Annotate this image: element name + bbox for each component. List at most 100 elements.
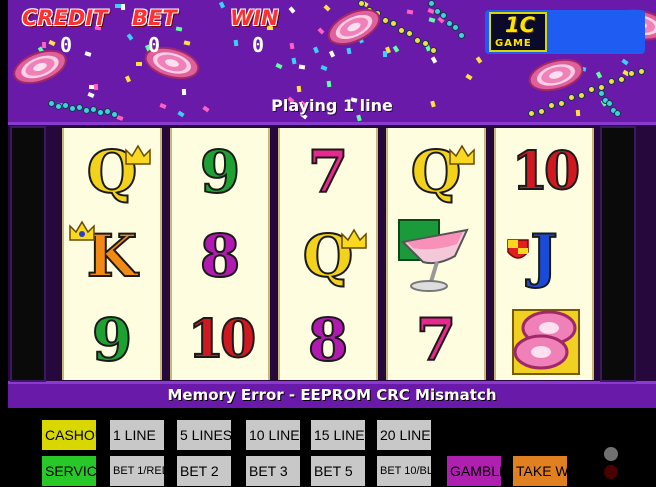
bead — [440, 12, 447, 19]
confetti-piece — [84, 51, 92, 57]
confetti-piece — [93, 83, 99, 91]
poker-chip-decoration — [525, 53, 587, 97]
game-screen: CREDIT 0 BET 0 WIN 0 1C GAME Playing 1 l… — [8, 0, 656, 408]
lamp-red-indicator — [604, 465, 618, 479]
ten-symbol-icon: 10 — [496, 130, 592, 214]
bead — [406, 30, 413, 37]
bet-3-button[interactable]: BET 3 — [246, 456, 300, 486]
confetti-piece — [428, 17, 436, 23]
confetti-piece — [296, 85, 302, 93]
confetti-piece — [621, 58, 629, 66]
confetti-piece — [41, 41, 47, 49]
confetti-piece — [465, 73, 473, 81]
crown-icon — [68, 220, 96, 246]
confetti-piece — [298, 64, 306, 70]
10-lines-button[interactable]: 10 LINES — [246, 420, 300, 450]
confetti-piece — [317, 27, 325, 35]
reel-5: 10 J — [494, 128, 594, 380]
confetti-piece — [120, 3, 126, 11]
credit-label: CREDIT — [22, 6, 108, 30]
reel-symbol-text: 8 — [307, 306, 349, 374]
brand-logo-panel: 1C GAME — [485, 10, 645, 54]
eight-symbol-icon: 8 — [280, 298, 376, 382]
bead — [430, 47, 437, 54]
crown-icon — [448, 144, 476, 170]
confetti-piece — [430, 56, 438, 64]
jack-symbol-icon: J — [496, 214, 592, 298]
bet-10-black-button[interactable]: BET 10/BLACK — [377, 456, 431, 486]
bet-5-button[interactable]: BET 5 — [311, 456, 365, 486]
nine-symbol-icon: 9 — [172, 130, 268, 214]
reel-symbol-text: 9 — [91, 306, 133, 374]
confetti-piece — [135, 61, 143, 67]
15-lines-button[interactable]: 15 LINES — [311, 420, 365, 450]
reel-4: Q7 — [386, 128, 486, 380]
confetti-piece — [475, 56, 483, 64]
bead — [608, 78, 615, 85]
5-lines-button[interactable]: 5 LINES — [177, 420, 231, 450]
confetti-piece — [382, 50, 388, 58]
bead — [628, 70, 635, 77]
confetti-piece — [406, 9, 414, 15]
reel-symbol-text: 9 — [199, 138, 241, 206]
bead — [588, 86, 595, 93]
confetti-piece — [326, 80, 332, 88]
right-side-panel — [600, 126, 636, 382]
bead — [452, 24, 459, 31]
confetti-piece — [48, 39, 56, 47]
1-line-button[interactable]: 1 LINE — [110, 420, 164, 450]
seven-symbol-icon: 7 — [388, 298, 484, 382]
gamble-button[interactable]: GAMBLE — [447, 456, 501, 486]
bet-value: 0 — [148, 33, 161, 57]
bet-label: BET — [132, 6, 177, 30]
confetti-piece — [392, 45, 400, 53]
confetti-piece — [288, 6, 296, 14]
poker-chips-icon — [496, 298, 592, 382]
confetti-piece — [595, 71, 603, 79]
bead — [382, 17, 389, 24]
left-side-panel — [10, 126, 46, 382]
reel-symbol-text: J — [529, 222, 558, 290]
queen-symbol-icon: Q — [388, 130, 484, 214]
confetti-piece — [126, 33, 134, 41]
bead — [458, 32, 465, 39]
cashout-button[interactable]: CASHOUT — [42, 420, 96, 450]
confetti-piece — [114, 3, 122, 9]
king-symbol-icon: K — [64, 214, 160, 298]
take-win-button[interactable]: TAKE WIN — [513, 456, 567, 486]
reel-symbol-text: 7 — [307, 138, 349, 206]
queen-symbol-icon: Q — [280, 214, 376, 298]
confetti-piece — [323, 4, 331, 12]
seven-symbol-icon: 7 — [280, 130, 376, 214]
queen-symbol-icon: Q — [64, 130, 160, 214]
champagne-glass-graphic — [398, 219, 469, 292]
bead — [390, 20, 397, 27]
confetti-piece — [181, 88, 187, 96]
lamp-grey-indicator — [604, 447, 618, 461]
bet-1-red-button[interactable]: BET 1/RED — [110, 456, 164, 486]
champagne-glass-icon — [388, 214, 484, 298]
reel-symbol-text: 7 — [415, 306, 457, 374]
playing-lines-status: Playing 1 line — [271, 96, 393, 115]
crown-icon — [124, 144, 152, 170]
bead — [428, 0, 435, 7]
bead — [638, 68, 645, 75]
credit-value: 0 — [60, 33, 73, 57]
confetti-piece — [313, 46, 319, 54]
bead — [414, 37, 421, 44]
reel-3: 7 Q 8 — [278, 128, 378, 380]
confetti-piece — [233, 39, 239, 47]
poker-chips-graphic — [512, 309, 580, 375]
win-label: WIN — [230, 6, 279, 30]
bet-2-button[interactable]: BET 2 — [177, 456, 231, 486]
bead — [618, 76, 625, 83]
service-button[interactable]: SERVICE — [42, 456, 96, 486]
nine-symbol-icon: 9 — [64, 298, 160, 382]
confetti-piece — [218, 1, 226, 9]
shield-icon — [506, 238, 530, 268]
reel-symbol-text: 10 — [187, 309, 257, 370]
confetti-piece — [289, 42, 295, 50]
error-message: Memory Error - EEPROM CRC Mismatch — [167, 386, 497, 404]
20-lines-button[interactable]: 20 LINES — [377, 420, 431, 450]
confetti-piece — [356, 114, 362, 122]
